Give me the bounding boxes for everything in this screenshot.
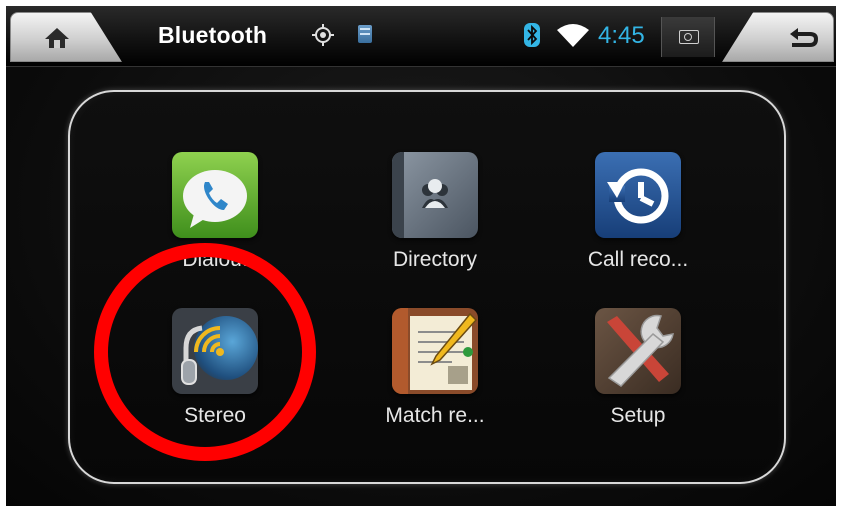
app-label-setup: Setup [610, 404, 666, 427]
app-label-dialout: Dialout [182, 248, 248, 271]
phone-icon[interactable] [172, 152, 258, 238]
app-label-directory: Directory [392, 248, 477, 271]
app-dialout[interactable]: Dialout [135, 152, 295, 272]
camera-icon [679, 30, 699, 44]
app-directory[interactable]: Directory [355, 152, 515, 272]
app-setup[interactable]: Setup [558, 308, 718, 428]
wrench-tools-icon[interactable] [595, 308, 681, 394]
sd-card-icon [358, 25, 372, 43]
screenshot-button[interactable] [661, 17, 715, 57]
app-match-records[interactable]: Match re... [355, 308, 515, 428]
app-label-call-records: Call reco... [587, 248, 689, 271]
home-icon[interactable] [44, 26, 70, 50]
history-clock-icon[interactable] [595, 152, 681, 238]
head-unit-screen: Bluetooth 4:45 Dialout Directory Call re… [6, 6, 836, 506]
gps-target-icon [312, 24, 334, 46]
app-label-match-records: Match re... [385, 404, 485, 427]
app-call-records[interactable]: Call reco... [558, 152, 718, 272]
contacts-book-icon[interactable] [392, 152, 478, 238]
bluetooth-icon [524, 23, 540, 47]
clock: 4:45 [598, 22, 645, 49]
notebook-pencil-icon[interactable] [392, 308, 478, 394]
page-title: Bluetooth [158, 22, 268, 48]
headphone-stereo-icon[interactable] [172, 308, 258, 394]
app-label-stereo: Stereo [184, 404, 246, 427]
status-bar: Bluetooth 4:45 [6, 6, 836, 67]
back-arrow-icon[interactable] [786, 26, 820, 50]
wifi-icon [557, 24, 589, 47]
app-stereo[interactable]: Stereo [135, 308, 295, 428]
